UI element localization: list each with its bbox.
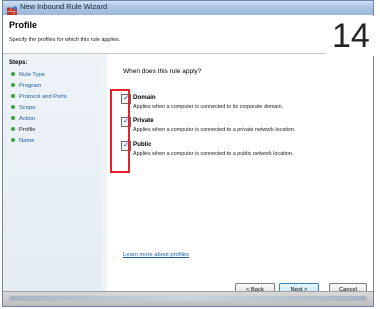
title-bar[interactable]: New Inbound Rule Wizard <box>3 1 373 16</box>
firewall-icon <box>7 3 17 16</box>
window-title: New Inbound Rule Wizard <box>20 2 108 11</box>
page-title: Profile <box>9 20 38 30</box>
private-label[interactable]: Private <box>133 117 154 124</box>
step-program[interactable]: Program <box>11 83 41 89</box>
step-bullet-icon <box>11 72 15 77</box>
step-label: Scope <box>19 105 36 111</box>
step-label: Profile <box>19 127 36 133</box>
step-label: Protocol and Ports <box>19 94 67 100</box>
step-bullet-icon <box>11 138 15 143</box>
domain-description: Applies when a computer is connected to … <box>133 104 284 110</box>
steps-heading: Steps: <box>9 60 28 66</box>
step-bullet-icon <box>11 116 15 121</box>
step-label: Name <box>19 138 35 144</box>
horizontal-scrollbar[interactable] <box>9 296 367 301</box>
step-label: Program <box>19 83 42 89</box>
page-subtitle: Specify the profiles for which this rule… <box>9 37 121 43</box>
step-bullet-icon <box>11 127 15 132</box>
profile-question: When does this rule apply? <box>123 68 202 75</box>
step-protocol-ports[interactable]: Protocol and Ports <box>11 94 67 100</box>
checkbox-highlight-box <box>110 89 130 173</box>
taskbar-strip <box>3 291 373 306</box>
step-bullet-icon <box>11 105 15 110</box>
step-bullet-icon <box>11 94 15 99</box>
learn-more-link[interactable]: Learn more about profiles <box>123 252 189 258</box>
step-label: Action <box>19 116 36 122</box>
public-label[interactable]: Public <box>133 141 152 148</box>
step-action[interactable]: Action <box>11 116 35 122</box>
wizard-body: Steps: Rule Type Program Protocol and Po… <box>3 54 373 296</box>
domain-label[interactable]: Domain <box>133 94 156 101</box>
step-number-label: 14 <box>326 16 376 56</box>
content-pane: When does this rule apply? ✓ Domain Appl… <box>107 54 373 296</box>
step-bullet-icon <box>11 83 15 88</box>
step-scope[interactable]: Scope <box>11 105 35 111</box>
wizard-header: Profile Specify the profiles for which t… <box>3 15 373 54</box>
step-name[interactable]: Name <box>11 138 34 144</box>
private-description: Applies when a computer is connected to … <box>133 127 296 133</box>
step-label: Rule Type <box>19 72 45 78</box>
public-description: Applies when a computer is connected to … <box>133 151 294 157</box>
step-profile[interactable]: Profile <box>11 127 35 133</box>
steps-pane: Steps: Rule Type Program Protocol and Po… <box>3 54 101 292</box>
wizard-window: New Inbound Rule Wizard Profile Specify … <box>2 0 374 307</box>
step-rule-type[interactable]: Rule Type <box>11 72 45 78</box>
